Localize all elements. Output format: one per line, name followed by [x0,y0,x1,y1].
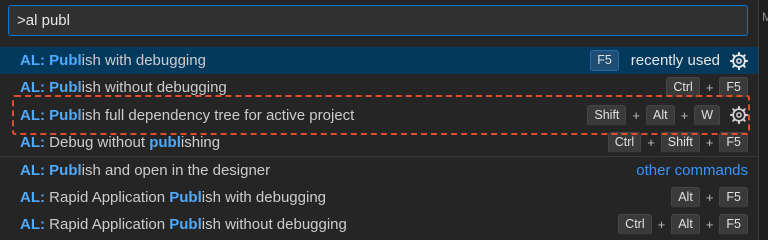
command-list: AL: Publish with debugging F5 recently u… [0,47,758,238]
key-f5: F5 [719,132,748,154]
key-plus: + [680,107,689,123]
command-label: AL: Rapid Application Publish without de… [20,216,618,233]
command-label: AL: Debug without publishing [20,134,608,151]
command-search-box[interactable] [8,5,748,36]
key-f5: F5 [590,50,619,72]
key-plus: + [632,107,640,123]
key-ctrl: Ctrl [618,213,652,235]
command-text-prefix: Rapid Application [45,188,170,206]
key-alt: Alt [646,104,675,126]
key-f5: F5 [719,186,748,208]
command-text: ish without debugging [81,79,227,97]
command-category: AL: [20,134,45,152]
command-text: ish without debugging [201,215,347,233]
key-shift: Shift [660,132,700,154]
key-f5: F5 [719,213,748,235]
keybinding: Ctrl + Alt + F5 [618,213,748,235]
match-highlight: Publ [49,106,82,124]
command-palette: AL: Publish with debugging F5 recently u… [0,0,758,240]
command-search-input[interactable] [17,12,739,29]
keybinding: Ctrl + F5 [666,77,748,99]
gear-icon[interactable] [730,106,748,125]
command-category: AL: [20,106,45,124]
match-highlight: Publ [49,79,82,97]
gear-icon[interactable] [730,51,748,70]
keybinding: Shift + Alt + W [587,104,748,126]
match-highlight: Publ [49,52,82,70]
command-text-prefix: Rapid Application [45,215,170,233]
key-plus: + [657,216,666,232]
key-alt: Alt [671,186,700,208]
command-item-rapid-publish-with-debugging[interactable]: AL: Rapid Application Publish with debug… [0,183,758,210]
other-commands-label: other commands [636,161,748,179]
command-label: AL: Publish with debugging [20,52,590,69]
key-plus: + [705,135,714,151]
match-highlight: Publ [49,161,82,179]
command-text: ish with debugging [81,52,206,70]
key-ctrl: Ctrl [666,77,700,99]
edge-letter: M [762,10,768,24]
command-item-publish-open-designer[interactable]: AL: Publish and open in the designer oth… [0,156,758,183]
command-category: AL: [20,52,45,70]
command-item-publish-without-debugging[interactable]: AL: Publish without debugging Ctrl + F5 [0,74,758,101]
editor-edge: M [758,0,768,240]
keybinding: Alt + F5 [671,186,748,208]
command-text: ishing [180,134,221,152]
key-w: W [694,104,720,126]
command-item-publish-full-dependency-tree[interactable]: AL: Publish full dependency tree for act… [0,102,758,129]
command-text-prefix: Debug without [45,134,150,152]
command-text: ish and open in the designer [81,161,271,179]
command-label: AL: Publish and open in the designer [20,162,636,179]
command-label: AL: Rapid Application Publish with debug… [20,189,671,206]
command-item-debug-without-publishing[interactable]: AL: Debug without publishing Ctrl + Shif… [0,129,758,156]
match-highlight: Publ [169,188,202,206]
match-highlight: Publ [169,215,202,233]
group-label: other commands [636,162,748,179]
keybinding: F5 recently used [590,50,748,72]
command-category: AL: [20,188,45,206]
key-shift: Shift [587,104,627,126]
key-plus: + [705,80,714,96]
command-text: ish full dependency tree for active proj… [81,106,355,124]
command-category: AL: [20,161,45,179]
key-plus: + [705,216,714,232]
key-ctrl: Ctrl [607,132,642,154]
command-category: AL: [20,215,45,233]
keybinding: Ctrl + Shift + F5 [607,132,748,154]
command-label: AL: Publish without debugging [20,79,666,96]
key-plus: + [705,189,714,205]
key-plus: + [647,135,655,151]
match-highlight: publ [149,134,181,152]
command-item-publish-with-debugging[interactable]: AL: Publish with debugging F5 recently u… [0,47,758,75]
command-item-rapid-publish-without-debugging[interactable]: AL: Rapid Application Publish without de… [0,211,758,238]
key-alt: Alt [671,213,700,235]
recently-used-label: recently used [630,52,720,70]
command-label: AL: Publish full dependency tree for act… [20,107,587,124]
key-f5: F5 [719,77,748,99]
command-text: ish with debugging [201,188,327,206]
command-category: AL: [20,79,45,97]
